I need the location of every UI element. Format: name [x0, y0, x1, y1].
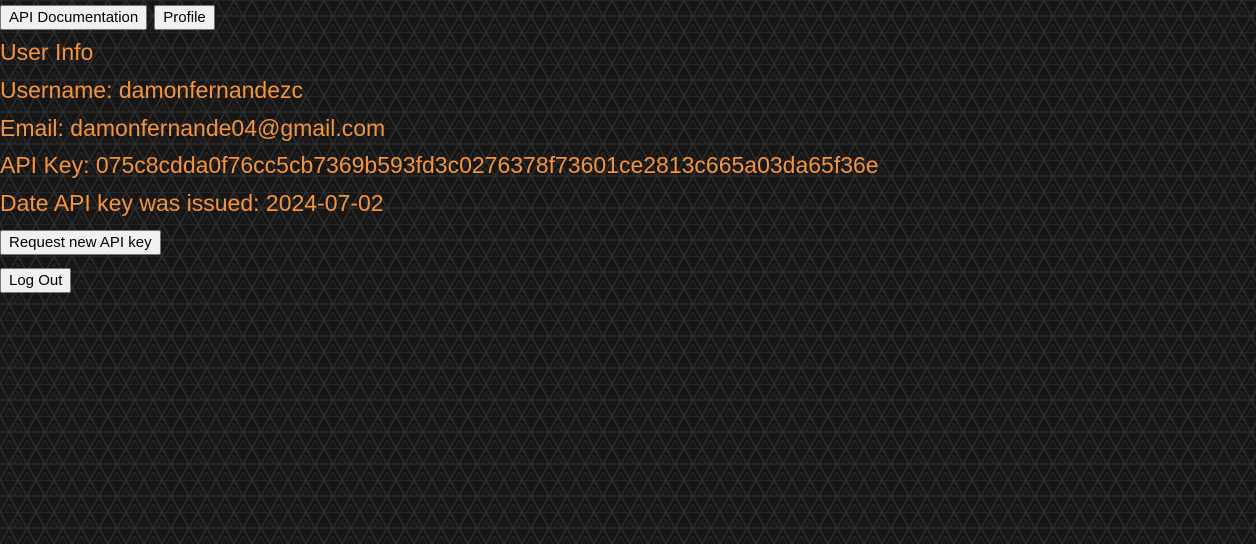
api-documentation-button[interactable]: API Documentation — [0, 5, 148, 30]
api-key-line: API Key: 075c8cdda0f76cc5cb7369b593fd3c0… — [0, 151, 879, 179]
date-issued-line: Date API key was issued: 2024-07-02 — [0, 189, 384, 217]
api-key-value: 075c8cdda0f76cc5cb7369b593fd3c0276378f73… — [95, 152, 879, 178]
username-value: damonfernandezc — [118, 77, 303, 103]
date-issued-label: Date API key was issued: — [0, 190, 260, 216]
username-label: Username: — [0, 77, 113, 103]
logout-button[interactable]: Log Out — [0, 268, 72, 293]
email-line: Email: damonfernande04@gmail.com — [0, 114, 385, 142]
username-line: Username: damonfernandezc — [0, 76, 303, 104]
profile-button[interactable]: Profile — [154, 5, 215, 30]
email-label: Email: — [0, 115, 64, 141]
api-key-label: API Key: — [0, 152, 90, 178]
user-info-heading: User Info — [0, 39, 94, 65]
top-nav: API Documentation Profile — [0, 5, 215, 30]
date-issued-value: 2024-07-02 — [265, 190, 384, 216]
email-value: damonfernande04@gmail.com — [70, 115, 386, 141]
request-new-api-key-button[interactable]: Request new API key — [0, 230, 161, 255]
